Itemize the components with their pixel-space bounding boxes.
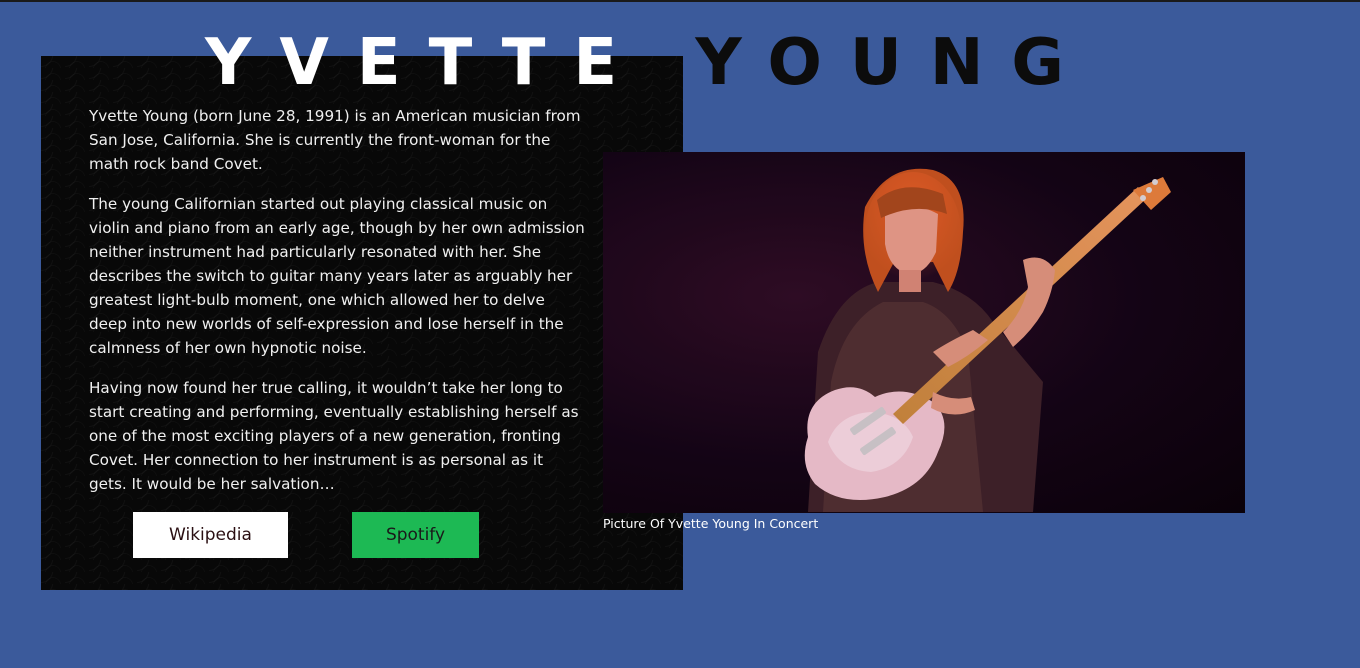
bio-paragraph: Having now found her true calling, it wo… [89,379,579,493]
title-last-name: YOUNG [695,26,1092,100]
concert-photo [603,152,1245,513]
guitarist-illustration [603,152,1245,513]
wikipedia-button[interactable]: Wikipedia [133,512,288,558]
title-first-name: YVETTE [205,26,646,100]
page-title: YVETTE YOUNG [205,28,1092,98]
bio-paragraph: The young Californian started out playin… [89,195,585,357]
spotify-button[interactable]: Spotify [352,512,479,558]
bio-text: Yvette Young (born June 28, 1991) is an … [89,104,585,512]
bio-paragraph: Yvette Young (born June 28, 1991) is an … [89,107,581,173]
top-border [0,0,1360,2]
photo-caption: Picture Of Yvette Young In Concert [603,516,819,531]
